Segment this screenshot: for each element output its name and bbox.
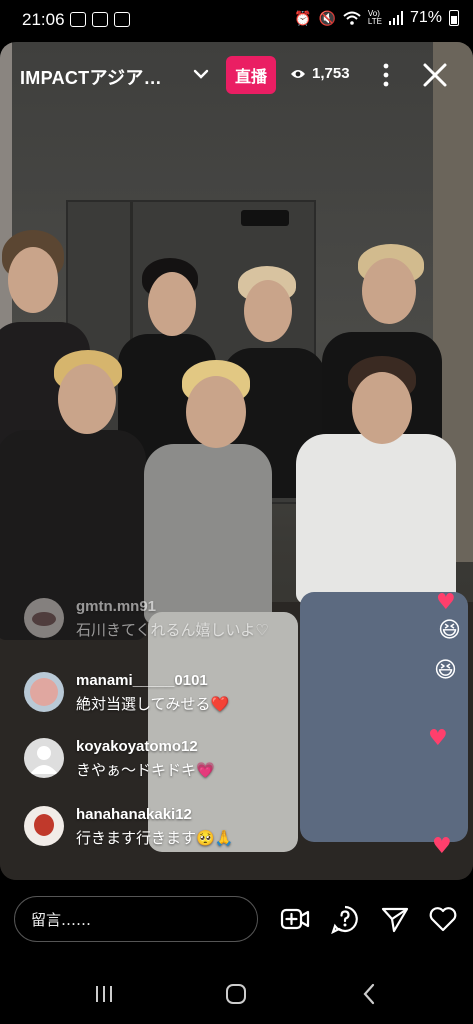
comment-item: manami_____0101 絶対当選してみせる❤️ (24, 672, 229, 715)
live-badge: 直播 (226, 56, 276, 94)
system-navigation-bar (0, 960, 473, 1024)
comment-username[interactable]: manami_____0101 (76, 672, 229, 690)
comment-input-placeholder: 留言…… (31, 911, 92, 929)
more-options-icon[interactable] (376, 60, 396, 90)
comment-item: hanahanakaki12 行きます行きます🥺🙏 (24, 806, 233, 849)
viewer-count[interactable]: 1,753 (290, 65, 350, 82)
comment-item: koyakoyatomo12 きやぁ〜ドキドキ💗 (24, 738, 215, 781)
question-icon[interactable] (330, 904, 360, 934)
comment-item: gmtn.mn91 石川きてくれるん嬉しいよ♡ (24, 598, 269, 641)
avatar[interactable] (24, 672, 64, 712)
floating-heart-icon: ♥ (436, 590, 456, 615)
bottom-action-bar: 留言…… (0, 880, 473, 960)
comment-username[interactable]: gmtn.mn91 (76, 598, 269, 616)
comment-text: 石川きてくれるん嬉しいよ♡ (76, 621, 269, 639)
default-avatar-icon (30, 746, 58, 774)
volte-icon: Vo) LTE (367, 9, 382, 26)
comment-text: 行きます行きます🥺🙏 (76, 829, 234, 847)
image-icon (70, 12, 86, 27)
recents-icon[interactable] (92, 982, 116, 1006)
home-icon[interactable] (224, 982, 248, 1006)
alarm-icon: ⏰ (294, 9, 312, 26)
viewer-count-text: 1,753 (312, 65, 350, 82)
comment-input[interactable]: 留言…… (14, 896, 258, 942)
battery-text: 71% (409, 9, 442, 26)
floating-laugh-emoji-icon: 😆 (434, 658, 457, 683)
floating-heart-icon: ♥ (428, 726, 448, 751)
comment-username[interactable]: hanahanakaki12 (76, 806, 233, 824)
avatar[interactable] (24, 598, 64, 638)
send-icon[interactable] (380, 904, 410, 934)
mute-icon: 🔇 (318, 9, 336, 26)
comment-text: きやぁ〜ドキドキ💗 (76, 761, 215, 779)
signal-icon (388, 11, 403, 25)
close-icon[interactable] (420, 60, 450, 90)
wifi-icon (343, 11, 361, 25)
heart-icon[interactable] (428, 904, 458, 934)
live-title[interactable]: IMPACTアジア… (20, 64, 162, 90)
background-camera (241, 210, 289, 226)
comment-username[interactable]: koyakoyatomo12 (76, 738, 215, 756)
floating-heart-icon: ♥ (432, 834, 452, 859)
gallery-icon (92, 12, 108, 27)
live-header: IMPACTアジア… 直播 1,753 (0, 50, 473, 100)
back-icon[interactable] (358, 982, 382, 1006)
avatar[interactable] (24, 806, 64, 846)
status-bar: 21:06 ⏰ 🔇 Vo) LTE 71% (0, 0, 473, 42)
comment-text: 絶対当選してみせる❤️ (76, 695, 230, 713)
avatar[interactable] (24, 738, 64, 778)
battery-icon (449, 10, 459, 26)
calendar-icon (114, 12, 130, 27)
add-video-icon[interactable] (280, 904, 310, 934)
status-time: 21:06 (22, 10, 65, 29)
chevron-down-icon[interactable] (192, 65, 210, 83)
floating-laugh-emoji-icon: 😆 (438, 618, 461, 643)
eye-icon (291, 69, 305, 78)
